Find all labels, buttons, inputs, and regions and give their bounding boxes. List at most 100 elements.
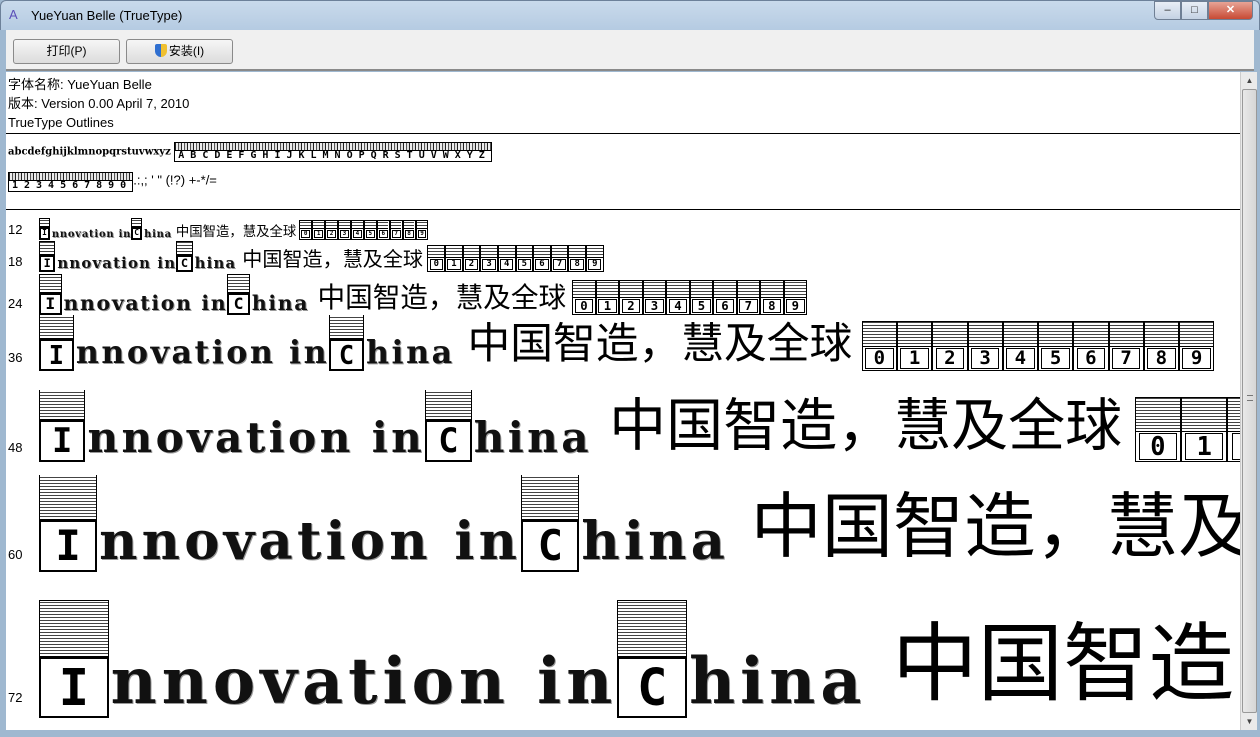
cat-icon bbox=[1182, 397, 1227, 432]
cat-icon bbox=[498, 246, 515, 259]
digit: 4 bbox=[352, 230, 362, 238]
cat-icon bbox=[1135, 397, 1181, 432]
close-button[interactable]: ✕ bbox=[1208, 1, 1253, 20]
sample-cjk: 中国智造，慧及全球 bbox=[750, 485, 1240, 568]
print-label: 打印(P) bbox=[46, 44, 87, 58]
cat-icon bbox=[352, 221, 363, 230]
sample-row-60: 60 Innovation in China 中国智造，慧及全球 0123456… bbox=[6, 475, 1240, 572]
digit: 5 bbox=[517, 259, 531, 270]
divider bbox=[6, 209, 1240, 210]
font-info: 字体名称: YueYuan Belle 版本: Version 0.00 Apr… bbox=[8, 75, 189, 132]
sample-text: Innovation in China 中国智造，慧及全球 0123456789 bbox=[39, 241, 604, 272]
sample-cjk: 中国智造，慧及全球 bbox=[892, 615, 1240, 714]
digit-glyph: 7 bbox=[389, 220, 403, 240]
cat-icon bbox=[737, 281, 760, 298]
scroll-up-arrow[interactable]: ▲ bbox=[1241, 72, 1258, 89]
digit: 8 bbox=[570, 259, 584, 270]
size-label: 60 bbox=[8, 547, 23, 563]
digit: 0 bbox=[301, 230, 311, 238]
cat-capital: C bbox=[617, 599, 688, 718]
capital-letter: I bbox=[39, 292, 62, 315]
digit: 1 bbox=[900, 348, 929, 369]
cat-capital: I bbox=[39, 475, 98, 572]
digit: 6 bbox=[1076, 348, 1106, 369]
cat-icon bbox=[551, 246, 568, 259]
cat-icon bbox=[620, 281, 642, 298]
capital-letter: I bbox=[39, 227, 50, 240]
cat-icon bbox=[39, 315, 74, 339]
digit: 1 bbox=[314, 230, 324, 238]
install-button[interactable]: 安装(I) bbox=[126, 39, 233, 64]
cat-icon bbox=[1180, 321, 1214, 347]
digit-glyph: 8 bbox=[760, 280, 784, 315]
digit: 5 bbox=[365, 230, 375, 238]
cat-icon bbox=[416, 221, 428, 230]
cat-icon bbox=[1228, 397, 1240, 432]
cat-icon bbox=[131, 218, 143, 228]
capital-letter: C bbox=[227, 292, 250, 315]
digit: 0 bbox=[865, 348, 894, 369]
scroll-thumb[interactable] bbox=[1242, 89, 1257, 713]
digit-glyph: 4 bbox=[350, 220, 364, 240]
vertical-scrollbar[interactable]: ▲ ▼ bbox=[1240, 72, 1257, 730]
digit: 5 bbox=[692, 298, 711, 313]
cat-icon bbox=[39, 390, 86, 420]
scroll-down-arrow[interactable]: ▼ bbox=[1241, 713, 1258, 730]
digit-glyph: 0 bbox=[861, 320, 897, 371]
digit-glyph: 1 bbox=[445, 245, 463, 272]
digit-glyph: 8 bbox=[1143, 320, 1179, 371]
sample-digits: 0123456789 bbox=[572, 280, 808, 315]
cat-icon bbox=[596, 281, 619, 298]
cat-icon bbox=[898, 321, 932, 347]
digit: 4 bbox=[668, 298, 688, 313]
sample-row-48: 48 Innovation in China 中国智造，慧及全球 0123456… bbox=[6, 390, 1240, 462]
digit-glyph: 1 bbox=[897, 320, 933, 371]
cat-icon bbox=[39, 274, 62, 293]
digit-glyph: 2 bbox=[325, 220, 338, 240]
cat-capital: I bbox=[39, 274, 62, 315]
digit: 0 bbox=[574, 298, 594, 313]
digit: 8 bbox=[1147, 348, 1176, 369]
capital-letter: I bbox=[39, 656, 109, 718]
digit-glyph: 7 bbox=[550, 245, 569, 272]
sample-text: Innovation in China 中国智造，慧及全球 0123456789 bbox=[39, 315, 1215, 371]
sample-row-12: 12 Innovation in China 中国智造，慧及全球 0123456… bbox=[6, 212, 1240, 240]
digit: 1 bbox=[1185, 432, 1224, 460]
cat-icon bbox=[481, 246, 497, 259]
capital-letter: C bbox=[617, 656, 688, 718]
sample-latin: nnovation in bbox=[110, 644, 618, 718]
sample-latin: nnovation in bbox=[57, 254, 177, 272]
font-name: 字体名称: YueYuan Belle bbox=[8, 77, 152, 92]
sample-digits: 0123456789 bbox=[1134, 396, 1240, 462]
sample-digits: 0123456789 bbox=[427, 245, 604, 272]
sample-latin: nnovation in bbox=[63, 291, 228, 315]
sample-cjk: 中国智造，慧及全球 bbox=[175, 225, 297, 240]
print-button[interactable]: 打印(P) bbox=[13, 39, 120, 64]
font-version: 版本: Version 0.00 April 7, 2010 bbox=[8, 96, 190, 111]
cat-capital: I bbox=[39, 241, 56, 272]
sample-latin: nnovation in bbox=[51, 229, 132, 240]
cat-icon bbox=[862, 321, 896, 347]
maximize-button[interactable]: □ bbox=[1181, 1, 1208, 20]
digit-glyph: 2 bbox=[932, 320, 968, 371]
toolbar: 打印(P) 安装(I) bbox=[6, 30, 1254, 71]
digit-glyph: 2 bbox=[619, 280, 643, 315]
minimize-button[interactable]: – bbox=[1154, 1, 1181, 20]
cat-icon bbox=[378, 221, 389, 230]
digit-glyph: 0 bbox=[299, 220, 313, 240]
charset-punctuation: .:,; ' " (!?) +-*/= bbox=[133, 172, 217, 188]
cat-icon bbox=[313, 221, 324, 230]
cat-icon bbox=[425, 390, 472, 420]
digit: 6 bbox=[378, 230, 388, 238]
cat-icon bbox=[365, 221, 376, 230]
capital-letter: I bbox=[39, 520, 98, 572]
digit-glyph: 4 bbox=[1002, 320, 1038, 371]
digit-glyph: 7 bbox=[736, 280, 761, 315]
sample-latin: nnovation in bbox=[87, 412, 426, 462]
cat-capital: I bbox=[39, 390, 86, 462]
digit-glyph: 3 bbox=[480, 245, 498, 272]
size-label: 72 bbox=[8, 690, 23, 706]
capital-letter: I bbox=[39, 254, 56, 272]
cat-icon bbox=[1074, 321, 1108, 347]
digit-glyph: 5 bbox=[689, 280, 714, 315]
